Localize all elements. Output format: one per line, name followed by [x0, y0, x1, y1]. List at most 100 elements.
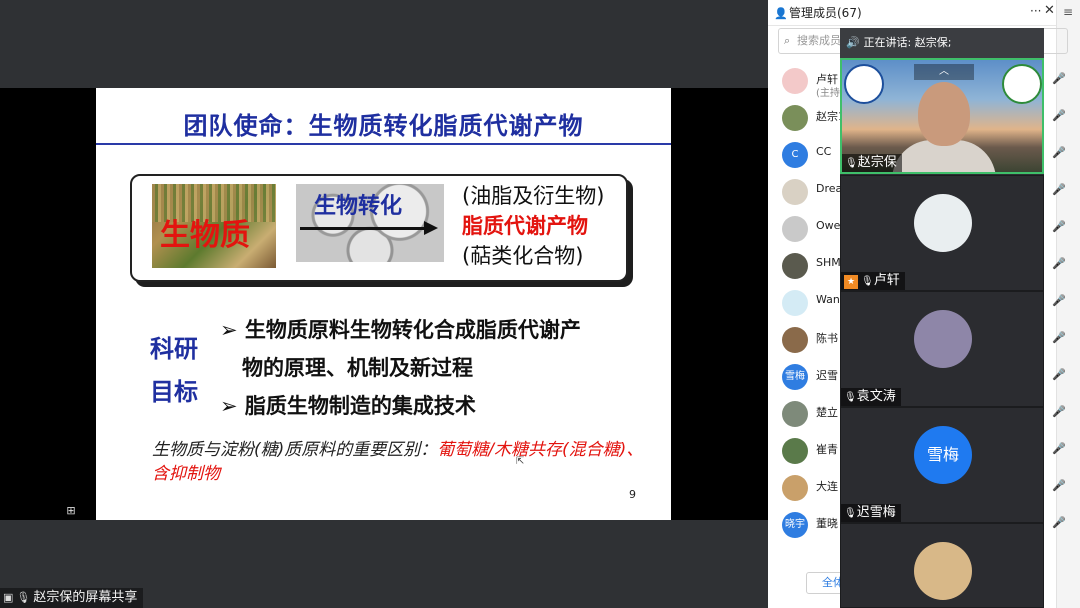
avatar: [782, 290, 808, 316]
video-tile[interactable]: ★ 🎙卢轩: [840, 175, 1044, 291]
bullet-1: ➢ 生物质原料生物转化合成脂质代谢产: [220, 318, 581, 342]
goal-label-target: 目标: [150, 378, 198, 406]
mic-muted-icon[interactable]: 🎤: [1052, 442, 1066, 455]
video-tile[interactable]: ︿ 🎙赵宗保: [840, 58, 1044, 174]
member-name: 迟雪: [816, 369, 838, 382]
participant-avatar: 雪梅: [914, 426, 972, 484]
avatar: 晓宇: [782, 512, 808, 538]
mic-muted-icon[interactable]: 🎤: [1052, 109, 1066, 122]
more-options-button[interactable]: ···: [1030, 4, 1041, 18]
mic-muted-icon[interactable]: 🎤: [1052, 331, 1066, 344]
member-name: 陈书: [816, 332, 838, 345]
chevron-up-icon[interactable]: ︿: [914, 64, 974, 80]
lab-logo-icon: [1002, 64, 1042, 104]
slide-note: 生物质与淀粉(糖)质原料的重要区别：葡萄糖/木糖共存(混合糖)、含抑制物: [152, 438, 652, 486]
video-tile[interactable]: 雪梅 🎙迟雪梅: [840, 407, 1044, 523]
participant-avatar: [914, 542, 972, 600]
member-name: Wan: [816, 293, 840, 306]
meeting-window: 团队使命：生物质转化脂质代谢产物 生物质 生物转化 (油脂及衍生物) 脂质代谢产…: [0, 0, 1080, 608]
avatar: [782, 68, 808, 94]
screen-share-icon: ▣: [3, 591, 14, 604]
member-name: 崔青: [816, 443, 838, 456]
mic-muted-icon[interactable]: 🎤: [1052, 405, 1066, 418]
product-oil: (油脂及衍生物): [462, 184, 605, 208]
avatar: [782, 327, 808, 353]
mic-muted-icon[interactable]: 🎤: [1052, 183, 1066, 196]
video-column: 🔊 正在讲话: 赵宗保; ︿ 🎙赵宗保 ★ 🎙卢轩 🎙袁文涛 雪梅 🎙迟雪梅: [840, 28, 1044, 608]
product-terpenoid: (萜类化合物): [462, 244, 584, 268]
avatar: [782, 253, 808, 279]
slide-title: 团队使命：生物质转化脂质代谢产物: [183, 112, 584, 140]
process-label: 生物转化: [314, 194, 403, 219]
arrow-shaft: [300, 227, 428, 230]
speaking-name: 赵宗保;: [914, 36, 952, 49]
mic-muted-icon[interactable]: 🎤: [1052, 72, 1066, 85]
member-name: 楚立: [816, 406, 838, 419]
university-logo-icon: [844, 64, 884, 104]
mic-muted-icon[interactable]: 🎤: [1052, 479, 1066, 492]
participant-label: 🎙迟雪梅: [841, 504, 901, 522]
note-text: 生物质与淀粉(糖)质原料的重要区别：: [152, 440, 438, 460]
mic-muted-icon[interactable]: 🎤: [1052, 146, 1066, 159]
participant-label: 🎙赵宗保: [842, 154, 902, 172]
avatar: [782, 179, 808, 205]
person-icon: 👤: [774, 6, 788, 20]
bullet-1-continued: 物的原理、机制及新过程: [242, 356, 473, 380]
mic-muted-icon[interactable]: 🎤: [1052, 368, 1066, 381]
biomass-photo: 生物质: [152, 184, 276, 268]
participant-name: 赵宗保: [857, 155, 897, 170]
search-icon: ⌕: [784, 34, 791, 47]
host-badge-icon: ★: [844, 275, 858, 289]
share-caption-text: 赵宗保的屏幕共享: [33, 590, 138, 605]
participant-avatar: [914, 310, 972, 368]
member-name: CC: [816, 145, 832, 158]
slide-page-number: 9: [629, 488, 636, 501]
mouse-cursor-icon: ⇱: [516, 456, 525, 467]
member-name: Drea: [816, 182, 843, 195]
member-role: (主持: [816, 88, 840, 99]
member-name: Owe: [816, 219, 841, 232]
microphone-icon: 🎙: [845, 158, 858, 169]
mic-muted-icon[interactable]: 🎤: [1052, 294, 1066, 307]
participant-label: 🎙袁文涛: [841, 388, 901, 406]
mic-muted-icon[interactable]: 🎤: [1052, 257, 1066, 270]
yeast-cells-photo: 生物转化: [296, 184, 444, 262]
participant-name: 卢轩: [873, 273, 900, 288]
member-name: 董晓: [816, 517, 838, 530]
participant-label: ★ 🎙卢轩: [841, 272, 905, 290]
avatar: [782, 438, 808, 464]
mic-muted-icon[interactable]: 🎤: [1052, 516, 1066, 529]
avatar: 雪梅: [782, 364, 808, 390]
member-name: 大连: [816, 480, 838, 493]
arrow-right-icon: [424, 221, 438, 235]
menu-icon[interactable]: ≡: [1063, 5, 1073, 19]
panel-header: 👤 管理成员(67) ··· ✕: [768, 0, 1080, 26]
avatar: [782, 105, 808, 131]
participant-name: 袁文涛: [856, 389, 896, 404]
member-name: SHM: [816, 256, 841, 269]
speaker-face: [918, 82, 970, 146]
bullet-2: ➢ 脂质生物制造的集成技术: [220, 394, 476, 418]
share-caption: ▣ 🎙 赵宗保的屏幕共享: [0, 588, 144, 608]
avatar: [782, 475, 808, 501]
product-lipid: 脂质代谢产物: [462, 214, 588, 238]
microphone-icon: 🎙: [16, 591, 31, 604]
microphone-icon: 🎙: [844, 392, 857, 403]
speaking-prefix: 正在讲话:: [863, 36, 915, 49]
avatar: C: [782, 142, 808, 168]
shared-slide: 团队使命：生物质转化脂质代谢产物 生物质 生物转化 (油脂及衍生物) 脂质代谢产…: [96, 88, 671, 520]
search-placeholder: 搜索成员: [797, 34, 841, 47]
avatar: [782, 216, 808, 242]
speaker-icon: 🔊: [846, 36, 860, 49]
title-divider: [96, 143, 671, 145]
mic-muted-icon[interactable]: 🎤: [1052, 220, 1066, 233]
close-icon[interactable]: ✕: [1044, 3, 1055, 18]
participant-name: 迟雪梅: [856, 505, 896, 520]
video-tile[interactable]: [840, 523, 1044, 608]
layout-switch-icon[interactable]: ⊞: [64, 504, 78, 518]
panel-title: 管理成员(67): [789, 6, 862, 20]
goal-label-research: 科研: [150, 335, 198, 363]
video-tile[interactable]: 🎙袁文涛: [840, 291, 1044, 407]
biomass-label: 生物质: [160, 218, 250, 253]
microphone-icon: 🎙: [844, 508, 857, 519]
